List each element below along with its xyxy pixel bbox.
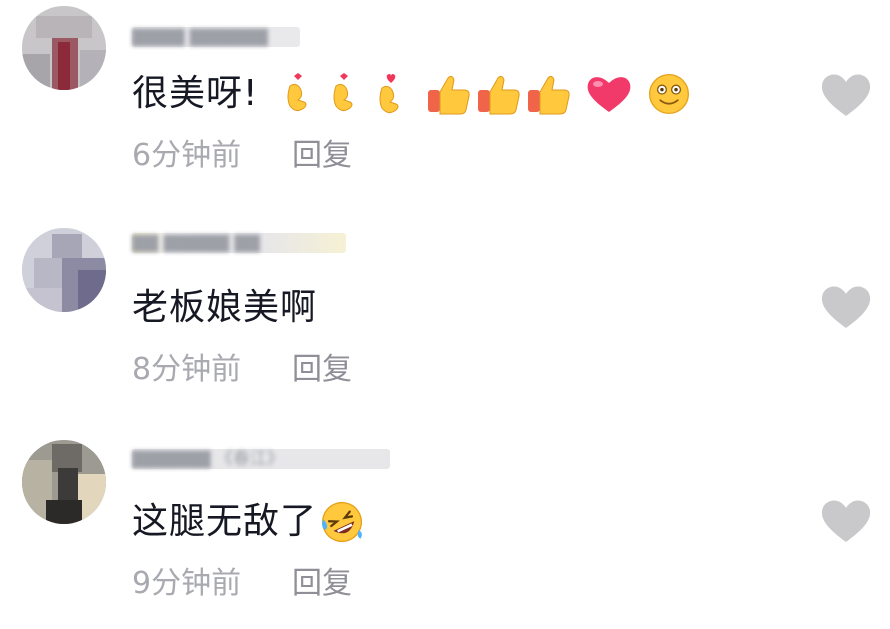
avatar[interactable] xyxy=(22,228,106,312)
username[interactable]: ▇▇▇▇▇▇ 《春江》 xyxy=(132,448,284,470)
username[interactable]: ▇▇▇▇ ▇▇▇▇▇▇ xyxy=(132,26,268,48)
like-heart-icon[interactable] xyxy=(818,282,874,332)
timestamp: 6分钟前 xyxy=(132,138,242,173)
comment-body: 这腿无敌了 xyxy=(132,501,318,542)
avatar[interactable] xyxy=(22,6,106,90)
finger-heart-icon xyxy=(326,72,372,116)
like-heart-icon[interactable] xyxy=(818,70,874,120)
finger-heart-icon xyxy=(372,72,418,116)
smiling-face-icon xyxy=(644,72,694,116)
reply-button[interactable]: 回复 xyxy=(292,564,352,604)
thumbs-up-icon xyxy=(476,72,526,116)
comment-body: 很美呀! xyxy=(132,73,259,114)
comment-meta: 8分钟前 回复 xyxy=(132,350,352,390)
reply-button[interactable]: 回复 xyxy=(292,350,352,390)
comment-meta: 6分钟前 回复 xyxy=(132,136,352,176)
timestamp: 9分钟前 xyxy=(132,566,242,601)
reply-button[interactable]: 回复 xyxy=(292,136,352,176)
comment-text: 老板娘美啊 xyxy=(132,286,317,330)
rolling-laughing-icon xyxy=(317,500,367,544)
avatar[interactable] xyxy=(22,440,106,524)
comment-text: 很美呀! xyxy=(132,72,694,116)
comment-text: 这腿无敌了 xyxy=(132,500,367,544)
comment-meta: 9分钟前 回复 xyxy=(132,564,352,604)
username[interactable]: ▇▇ ▇▇▇▇▇ ▇▇ xyxy=(132,232,260,254)
finger-heart-icon xyxy=(280,72,326,116)
like-heart-icon[interactable] xyxy=(818,496,874,546)
comment-body: 老板娘美啊 xyxy=(132,287,318,328)
red-heart-icon xyxy=(584,72,634,116)
timestamp: 8分钟前 xyxy=(132,352,242,387)
thumbs-up-icon xyxy=(526,72,576,116)
thumbs-up-icon xyxy=(426,72,476,116)
